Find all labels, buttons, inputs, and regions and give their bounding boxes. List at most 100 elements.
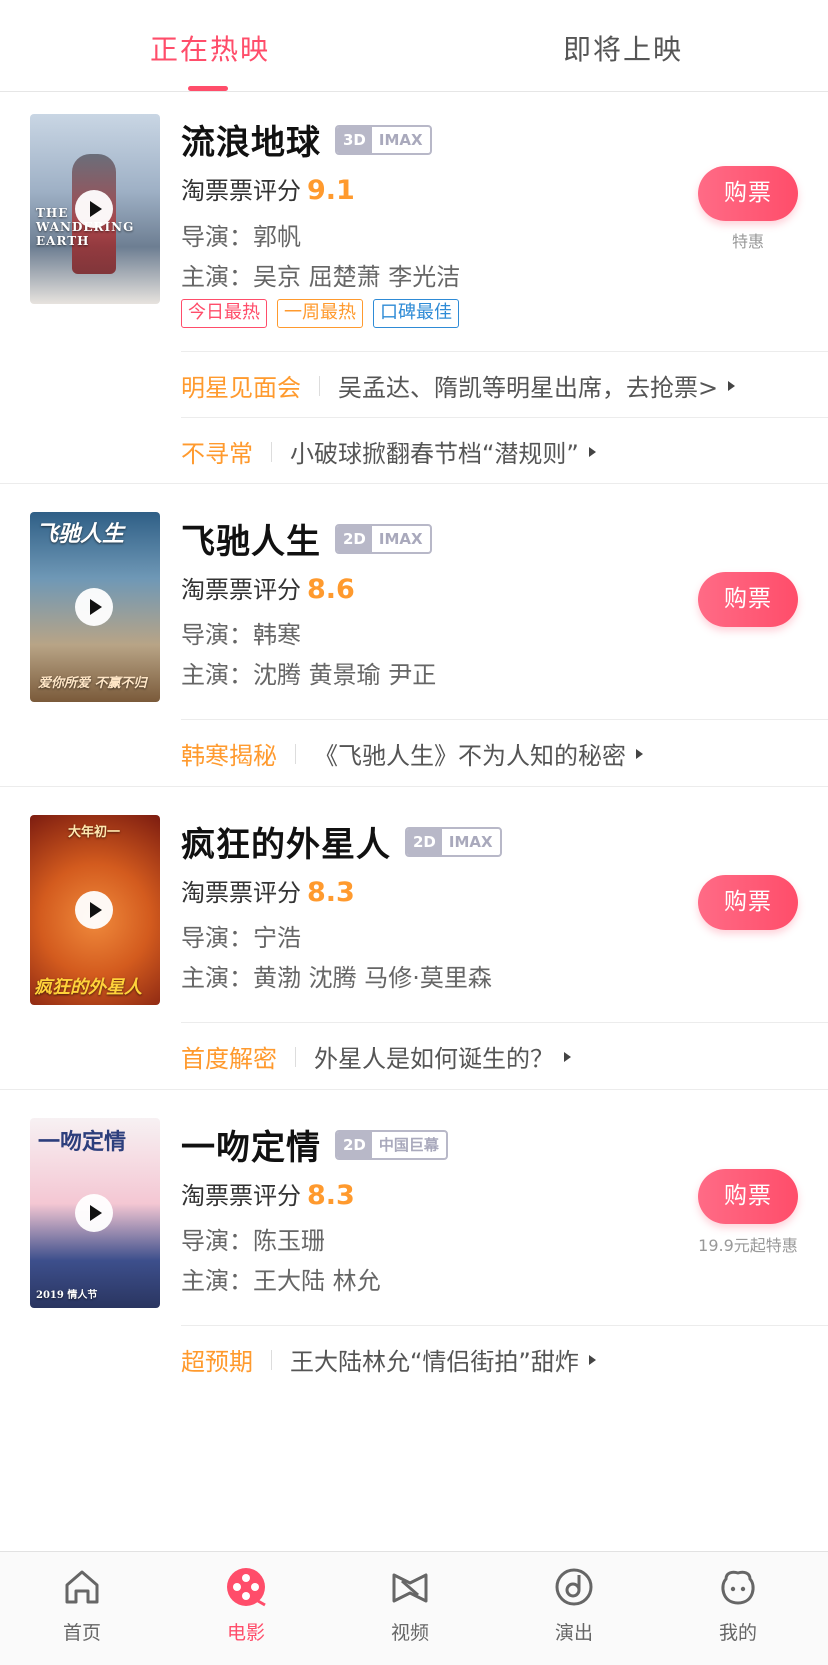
tab-now-showing[interactable]: 正在热映 xyxy=(150,28,270,68)
format-dimension: 3D xyxy=(337,126,372,153)
nav-label: 电影 xyxy=(226,1622,265,1644)
play-icon[interactable] xyxy=(75,190,113,228)
nav-profile[interactable]: 我的 xyxy=(678,1552,798,1665)
buy-discount-note: 特惠 xyxy=(731,232,764,251)
promo-text: 王大陆林允“情侣街拍”甜炸 xyxy=(290,1348,579,1376)
poster-caption: 2019 情人节 xyxy=(36,1290,98,1301)
promo-divider xyxy=(271,1349,272,1370)
director-value: 郭帆 xyxy=(253,223,301,251)
promo-divider xyxy=(295,743,296,764)
movie-card[interactable]: 一吻定情 2019 情人节 一吻定情 2D 中国巨幕 淘票票评分 8.3 导演：陈… xyxy=(0,1090,828,1420)
nav-video[interactable]: 视频 xyxy=(350,1552,470,1665)
play-icon[interactable] xyxy=(75,1194,113,1232)
buy-ticket-button[interactable]: 购票 xyxy=(698,166,798,221)
promo-divider xyxy=(271,441,272,462)
format-dimension: 2D xyxy=(407,828,442,855)
score-value: 8.3 xyxy=(307,1180,355,1211)
chevron-right-icon xyxy=(564,1051,571,1062)
movie-title[interactable]: 流浪地球 xyxy=(181,115,321,164)
buy-ticket-button[interactable]: 购票 xyxy=(698,875,798,930)
director-line: 导演：郭帆 xyxy=(181,217,301,252)
format-screen: IMAX xyxy=(378,529,423,548)
tab-coming-soon[interactable]: 即将上映 xyxy=(563,28,683,68)
director-line: 导演：宁浩 xyxy=(181,918,301,953)
nav-label: 首页 xyxy=(62,1622,101,1644)
cast-value: 黄渤 沈腾 马修·莫里森 xyxy=(253,964,492,992)
poster-title: 大年初一 xyxy=(68,825,121,840)
nav-home[interactable]: 首页 xyxy=(22,1552,142,1665)
promo-key: 明星见面会 xyxy=(181,374,301,402)
video-icon xyxy=(392,1573,428,1603)
profile-icon xyxy=(721,1570,755,1605)
promo-key: 首度解密 xyxy=(181,1045,277,1073)
director-value: 韩寒 xyxy=(253,621,301,649)
play-icon[interactable] xyxy=(75,588,113,626)
score-value: 8.6 xyxy=(307,574,355,605)
nav-label: 演出 xyxy=(554,1622,593,1644)
promo-row[interactable]: 明星见面会 吴孟达、隋凯等明星出席，去抢票> xyxy=(181,351,828,419)
title-row: 疯狂的外星人 2D IMAX xyxy=(181,817,502,866)
promo-row[interactable]: 韩寒揭秘 《飞驰人生》不为人知的秘密 xyxy=(181,719,828,787)
movie-title[interactable]: 一吻定情 xyxy=(181,1120,321,1169)
movie-title[interactable]: 疯狂的外星人 xyxy=(181,817,391,866)
cast-line: 主演：黄渤 沈腾 马修·莫里森 xyxy=(181,958,492,993)
cast-line: 主演：王大陆 林允 xyxy=(181,1261,381,1296)
active-tab-indicator xyxy=(188,86,228,91)
buy-ticket-button[interactable]: 购票 xyxy=(698,1169,798,1224)
cast-label: 主演： xyxy=(181,1267,253,1295)
show-disc-icon xyxy=(555,1568,593,1606)
movie-poster[interactable]: 大年初一 疯狂的外星人 xyxy=(30,815,160,1005)
format-dimension: 2D xyxy=(337,1131,372,1158)
film-reel-icon xyxy=(227,1568,266,1607)
movie-poster[interactable]: THE WANDERING EARTH xyxy=(30,114,160,304)
cast-value: 王大陆 林允 xyxy=(253,1267,381,1295)
chevron-right-icon xyxy=(588,1354,596,1365)
poster-caption: 疯狂的外星人 xyxy=(34,977,142,998)
play-icon[interactable] xyxy=(75,891,113,929)
director-label: 导演： xyxy=(181,621,253,649)
tag-list: 今日最热 一周最热 口碑最佳 xyxy=(181,299,459,328)
format-badge: 2D IMAX xyxy=(335,523,432,554)
promo-text: 吴孟达、隋凯等明星出席，去抢票> xyxy=(338,374,719,402)
poster-caption: 爱你所爱 不赢不归 xyxy=(38,676,147,691)
cast-label: 主演： xyxy=(181,964,253,992)
cast-line: 主演：沈腾 黄景瑜 尹正 xyxy=(181,655,436,690)
promo-row[interactable]: 不寻常 小破球掀翻春节档“潜规则” xyxy=(181,417,828,485)
movie-page: 正在热映 即将上映 THE WANDERING EARTH 流浪地球 3D IM… xyxy=(0,0,828,1665)
cast-label: 主演： xyxy=(181,661,253,689)
score-line: 淘票票评分 9.1 xyxy=(181,171,355,206)
format-screen: IMAX xyxy=(378,130,423,149)
director-value: 宁浩 xyxy=(253,924,301,952)
nav-show[interactable]: 演出 xyxy=(514,1552,634,1665)
bottom-tab-bar: 首页 电影 视频 演出 我的 xyxy=(0,1551,828,1665)
format-badge: 2D IMAX xyxy=(405,826,502,857)
tag-week-hot: 一周最热 xyxy=(277,299,363,328)
top-tab-bar: 正在热映 即将上映 xyxy=(0,0,828,92)
movie-title[interactable]: 飞驰人生 xyxy=(181,514,321,563)
nav-movie[interactable]: 电影 xyxy=(186,1552,306,1665)
format-dimension: 2D xyxy=(337,525,372,552)
title-row: 一吻定情 2D 中国巨幕 xyxy=(181,1120,448,1169)
movie-list: THE WANDERING EARTH 流浪地球 3D IMAX 淘票票评分 9.… xyxy=(0,93,828,1551)
score-label: 淘票票评分 xyxy=(181,576,301,604)
cast-label: 主演： xyxy=(181,263,253,291)
score-label: 淘票票评分 xyxy=(181,1182,301,1210)
nav-label: 我的 xyxy=(718,1622,757,1644)
promo-row[interactable]: 超预期 王大陆林允“情侣街拍”甜炸 xyxy=(181,1325,828,1393)
buy-ticket-button[interactable]: 购票 xyxy=(698,572,798,627)
promo-key: 韩寒揭秘 xyxy=(181,742,277,770)
title-row: 飞驰人生 2D IMAX xyxy=(181,514,432,563)
promo-key: 不寻常 xyxy=(181,440,253,468)
score-value: 8.3 xyxy=(307,877,355,908)
movie-poster[interactable]: 一吻定情 2019 情人节 xyxy=(30,1118,160,1308)
movie-card[interactable]: 大年初一 疯狂的外星人 疯狂的外星人 2D IMAX 淘票票评分 8.3 导演：宁… xyxy=(0,787,828,1090)
director-line: 导演：陈玉珊 xyxy=(181,1221,325,1256)
chevron-right-icon xyxy=(636,748,643,759)
format-badge: 2D 中国巨幕 xyxy=(335,1129,448,1160)
score-line: 淘票票评分 8.6 xyxy=(181,570,355,605)
movie-poster[interactable]: 飞驰人生 爱你所爱 不赢不归 xyxy=(30,512,160,702)
promo-divider xyxy=(295,1046,296,1067)
movie-card[interactable]: 飞驰人生 爱你所爱 不赢不归 飞驰人生 2D IMAX 淘票票评分 8.6 导演：… xyxy=(0,484,828,787)
movie-card[interactable]: THE WANDERING EARTH 流浪地球 3D IMAX 淘票票评分 9.… xyxy=(0,93,828,484)
promo-row[interactable]: 首度解密 外星人是如何诞生的？ xyxy=(181,1022,828,1090)
